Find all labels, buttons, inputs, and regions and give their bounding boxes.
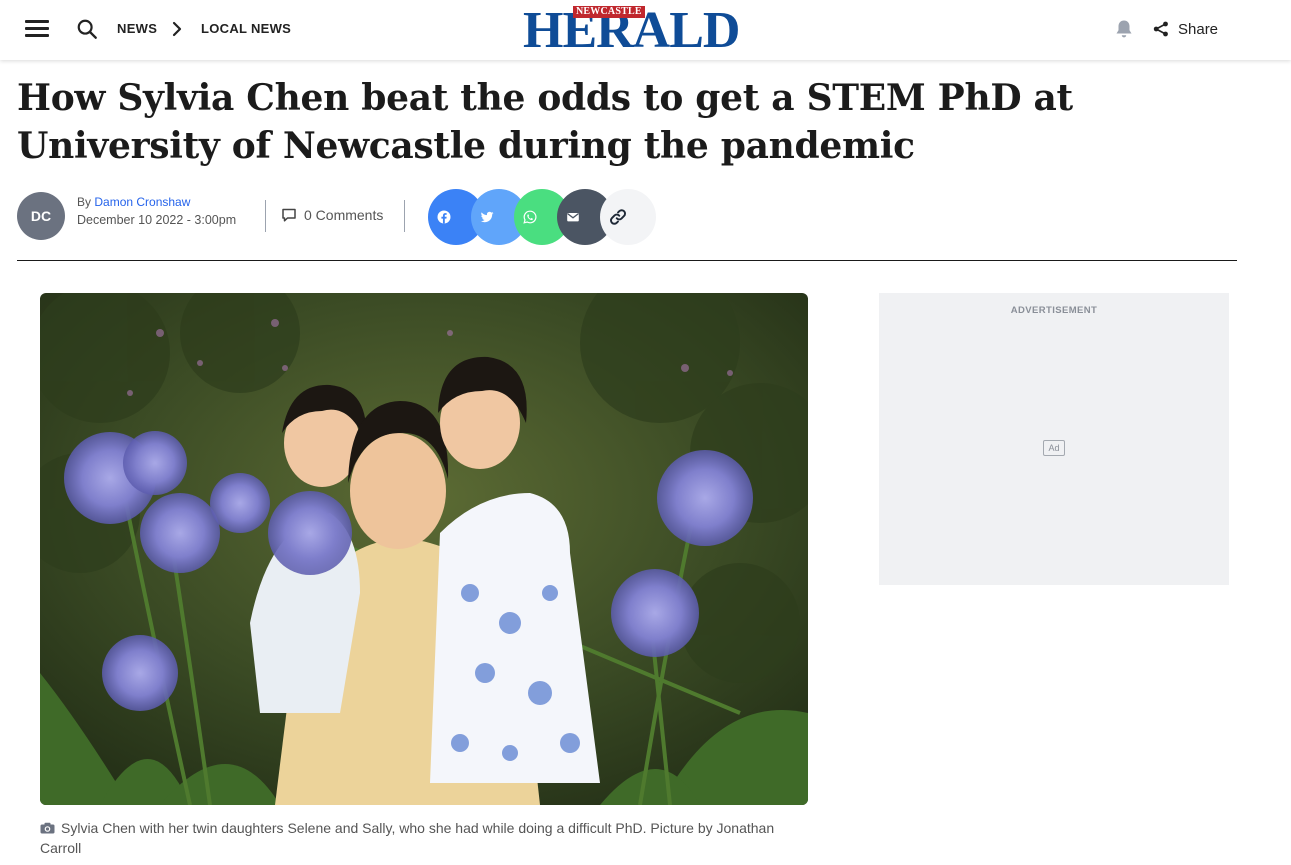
site-logo[interactable]: HERALD NEWCASTLE: [523, 5, 740, 57]
copy-link-button[interactable]: [600, 189, 656, 245]
share-button[interactable]: Share: [1153, 18, 1218, 40]
breadcrumb-local-news[interactable]: LOCAL NEWS: [201, 21, 291, 36]
whatsapp-icon: [523, 210, 537, 224]
ad-label: ADVERTISEMENT: [1010, 305, 1098, 316]
twitter-icon: [480, 211, 494, 223]
photo-illustration: [40, 293, 808, 805]
email-icon: [567, 213, 579, 222]
comments-link[interactable]: 0 Comments: [281, 207, 383, 223]
chevron-right-icon: [172, 21, 182, 37]
site-header: NEWS LOCAL NEWS HERALD NEWCASTLE Share: [0, 0, 1291, 60]
divider: [265, 200, 266, 232]
divider: [404, 200, 405, 232]
facebook-icon: [437, 210, 451, 224]
share-label: Share: [1178, 20, 1219, 38]
byline-divider: [17, 260, 1237, 261]
menu-icon[interactable]: [25, 20, 49, 38]
bell-icon[interactable]: [1115, 19, 1133, 39]
byline: By Damon Cronshaw: [77, 195, 190, 209]
share-icon: [1153, 21, 1168, 37]
comment-icon: [282, 208, 296, 222]
author-link[interactable]: Damon Cronshaw: [94, 195, 190, 209]
article-headline: How Sylvia Chen beat the odds to get a S…: [17, 77, 1073, 167]
publish-date: December 10 2022 - 3:00pm: [77, 213, 237, 227]
author-avatar[interactable]: DC: [17, 192, 65, 240]
logo-subtitle: NEWCASTLE: [573, 6, 645, 18]
article-hero-image[interactable]: [40, 293, 808, 805]
sidebar-advertisement[interactable]: ADVERTISEMENT Ad: [879, 293, 1229, 585]
camera-icon: [40, 822, 55, 834]
byline-prefix: By: [77, 195, 92, 209]
image-caption: Sylvia Chen with her twin daughters Sele…: [40, 818, 780, 858]
comments-count: 0 Comments: [304, 207, 384, 223]
search-icon[interactable]: [76, 18, 98, 40]
ad-badge: Ad: [1043, 440, 1065, 456]
link-icon: [610, 209, 626, 225]
caption-text: Sylvia Chen with her twin daughters Sele…: [40, 820, 775, 856]
breadcrumb-news[interactable]: NEWS: [117, 21, 157, 36]
